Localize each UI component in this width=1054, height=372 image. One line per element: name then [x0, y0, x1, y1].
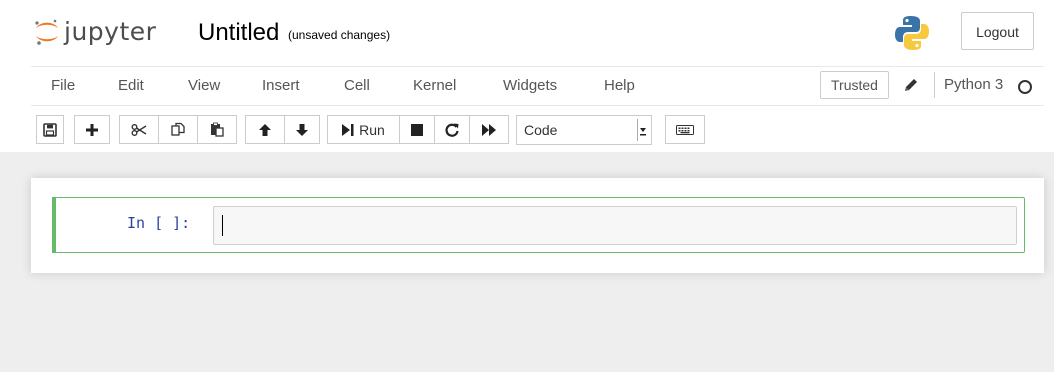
cell-type-value: Code — [524, 122, 558, 138]
command-palette-button[interactable] — [665, 115, 705, 144]
save-status: (unsaved changes) — [288, 28, 391, 42]
menu-cell[interactable]: Cell — [344, 67, 370, 105]
jupyter-wordmark: jupyter — [64, 17, 157, 46]
restart-kernel-button[interactable] — [434, 115, 470, 144]
run-icon — [342, 123, 354, 136]
save-button[interactable] — [36, 115, 64, 144]
jupyter-logo[interactable]: jupyter — [34, 14, 156, 50]
insert-cell-button[interactable] — [74, 115, 110, 144]
menu-widgets[interactable]: Widgets — [503, 67, 557, 105]
move-up-button[interactable] — [245, 115, 285, 144]
copy-button[interactable] — [158, 115, 198, 144]
menu-file[interactable]: File — [51, 67, 75, 105]
arrow-down-icon — [296, 123, 308, 136]
save-icon — [43, 122, 57, 137]
kernel-divider — [934, 72, 935, 98]
menubar: File Edit View Insert Cell Kernel Widget… — [31, 66, 1044, 106]
menu-edit[interactable]: Edit — [118, 67, 144, 105]
python-logo-icon — [892, 13, 932, 58]
notebook-header: jupyter Untitled (unsaved changes) Logou… — [0, 0, 1054, 152]
kernel-name[interactable]: Python 3 — [944, 76, 1003, 93]
cut-icon — [131, 123, 147, 136]
menu-insert[interactable]: Insert — [262, 67, 300, 105]
stop-icon — [411, 123, 423, 136]
restart-icon — [445, 123, 459, 137]
code-editor-input[interactable] — [213, 206, 1017, 245]
run-button[interactable]: Run — [327, 115, 400, 144]
pencil-icon[interactable] — [903, 77, 919, 98]
logout-button[interactable]: Logout — [961, 12, 1034, 50]
paste-button[interactable] — [197, 115, 237, 144]
restart-run-all-button[interactable] — [469, 115, 509, 144]
copy-icon — [171, 122, 185, 136]
menu-view[interactable]: View — [188, 67, 220, 105]
kernel-idle-indicator-icon — [1018, 80, 1032, 94]
chevron-down-icon — [637, 119, 648, 141]
trusted-notebook-indicator[interactable]: Trusted — [820, 71, 889, 99]
cut-button[interactable] — [119, 115, 159, 144]
text-cursor — [222, 215, 223, 236]
plus-icon — [86, 123, 98, 136]
jupyter-logo-icon — [35, 19, 58, 45]
input-prompt: In [ ]: — [127, 214, 191, 232]
paste-icon — [211, 122, 224, 137]
run-button-label: Run — [359, 121, 385, 138]
fast-forward-icon — [482, 123, 496, 136]
cell-type-select[interactable]: Code — [516, 115, 652, 145]
arrow-up-icon — [259, 123, 271, 136]
interrupt-kernel-button[interactable] — [399, 115, 435, 144]
notebook-name[interactable]: Untitled — [198, 18, 279, 48]
move-down-button[interactable] — [284, 115, 320, 144]
menu-help[interactable]: Help — [604, 67, 635, 105]
keyboard-icon — [676, 124, 694, 135]
menu-kernel[interactable]: Kernel — [413, 67, 456, 105]
cell-selection-bar — [52, 197, 56, 253]
